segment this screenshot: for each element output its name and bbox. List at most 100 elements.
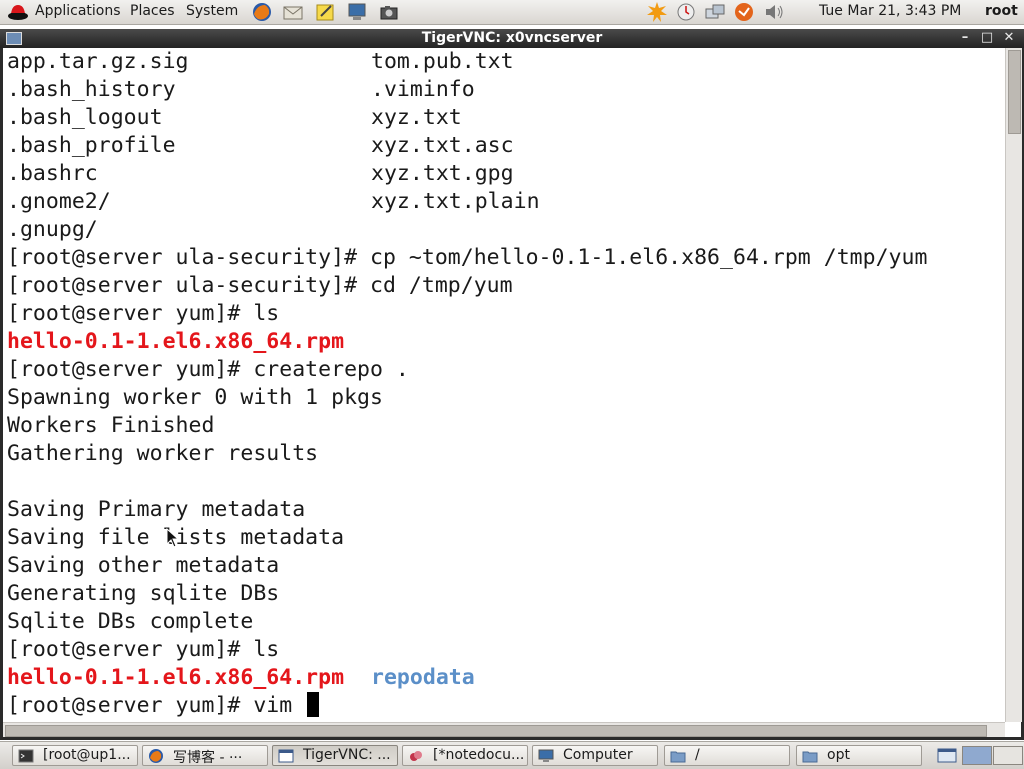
task-label: Computer <box>563 747 633 763</box>
alert-tray[interactable] <box>733 1 755 23</box>
listing-entry: .bashrc <box>7 161 98 186</box>
mouse-pointer-icon <box>166 528 180 548</box>
listing-entry: app.tar.gz.sig <box>7 49 189 74</box>
term-line: .gnupg/ <box>7 216 98 244</box>
alert-icon <box>735 3 753 21</box>
computer-launcher[interactable] <box>345 1 369 23</box>
camera-icon <box>380 6 398 20</box>
task-terminal[interactable]: [root@up1... <box>12 745 138 766</box>
workspace-2[interactable] <box>993 746 1023 765</box>
network-tray[interactable] <box>704 1 726 23</box>
term-line: .bashrc xyz.txt.gpg <box>7 160 514 188</box>
listing-entry: .gnupg/ <box>7 217 98 242</box>
vertical-scrollbar[interactable] <box>1005 48 1022 722</box>
prompt-line[interactable]: [root@server yum]# vim <box>7 692 320 720</box>
panel-user[interactable]: root <box>985 3 1018 19</box>
window-icon <box>278 749 294 763</box>
task-label: opt <box>827 747 850 763</box>
term-line: app.tar.gz.sig tom.pub.txt <box>7 48 514 76</box>
mail-launcher[interactable] <box>281 1 305 23</box>
clock-icon <box>677 3 695 21</box>
output-line: Generating sqlite DBs <box>7 581 280 606</box>
listing-entry: tom.pub.txt <box>371 49 514 74</box>
task-computer[interactable]: Computer <box>532 745 658 766</box>
command-line: [root@server yum]# createrepo . <box>7 357 409 382</box>
output-line: Spawning worker 0 with 1 pkgs <box>7 385 383 410</box>
show-desktop-icon[interactable] <box>936 746 958 765</box>
listing-entry: .viminfo <box>371 77 475 102</box>
listing-entry: xyz.txt.plain <box>371 189 540 214</box>
panel-clock[interactable]: Tue Mar 21, 3:43 PM <box>819 3 961 19</box>
computer-icon <box>348 3 366 20</box>
bottom-taskbar: [root@up1... 写博客 - ··· TigerVNC: ... [*n… <box>0 741 1024 769</box>
term-line: .bash_logout xyz.txt <box>7 104 462 132</box>
notes-launcher[interactable] <box>313 1 337 23</box>
terminal-icon <box>18 749 34 763</box>
listing-entry: .bash_logout <box>7 105 163 130</box>
term-line: .bash_profile xyz.txt.asc <box>7 132 514 160</box>
computer-icon <box>538 749 554 762</box>
firefox-icon <box>253 3 271 21</box>
window-border-bottom <box>0 737 1024 740</box>
window-title-bar[interactable]: TigerVNC: x0vncserver – □ ✕ <box>0 29 1024 48</box>
vertical-scroll-thumb[interactable] <box>1008 50 1021 134</box>
rpm-file-entry: hello-0.1-1.el6.x86_64.rpm <box>7 665 345 690</box>
mail-icon <box>283 6 303 20</box>
command-line: [root@server yum]# ls <box>7 301 280 326</box>
output-line: Sqlite DBs complete <box>7 609 254 634</box>
system-menu[interactable]: System <box>186 3 238 19</box>
top-panel: Applications Places System Tue Mar 21, 3… <box>0 0 1024 25</box>
notes-icon <box>316 4 334 21</box>
repodata-dir-entry: repodata <box>371 665 475 690</box>
places-menu[interactable]: Places <box>130 3 175 19</box>
term-line: hello-0.1-1.el6.x86_64.rpm repodata <box>7 664 475 692</box>
firefox-icon <box>149 749 163 763</box>
minimize-icon[interactable]: – <box>956 29 974 47</box>
terminal-view[interactable]: app.tar.gz.sig tom.pub.txt .bash_history.… <box>3 48 1005 722</box>
camera-launcher[interactable] <box>377 1 401 23</box>
folder-icon <box>670 751 686 763</box>
network-icon <box>705 4 725 19</box>
firefox-launcher[interactable] <box>250 1 274 23</box>
horizontal-scrollbar[interactable] <box>3 722 1005 738</box>
task-notes[interactable]: [*notedocu... <box>402 745 528 766</box>
command-input[interactable]: [root@server yum]# vim <box>7 693 305 718</box>
volume-icon <box>766 5 783 19</box>
rpm-file-entry: hello-0.1-1.el6.x86_64.rpm <box>7 329 345 354</box>
task-label: [root@up1... <box>43 747 131 763</box>
term-line: .bash_history .viminfo <box>7 76 475 104</box>
task-firefox[interactable]: 写博客 - ··· <box>142 745 268 766</box>
redhat-logo-icon[interactable] <box>7 2 29 22</box>
output-line: Saving other metadata <box>7 553 280 578</box>
workspace-1[interactable] <box>962 746 992 765</box>
command-line: [root@server yum]# ls <box>7 637 280 662</box>
clock-tray[interactable] <box>675 1 697 23</box>
command-line: [root@server ula-security]# cp ~tom/hell… <box>7 245 928 270</box>
output-line: Gathering worker results <box>7 441 319 466</box>
horizontal-scroll-thumb[interactable] <box>5 725 987 737</box>
listing-entry: .bash_profile <box>7 133 176 158</box>
task-label: TigerVNC: ... <box>303 747 391 763</box>
listing-entry: .gnome2/ <box>7 189 111 214</box>
listing-entry: .bash_history <box>7 77 176 102</box>
text-cursor <box>307 692 320 717</box>
listing-entry: xyz.txt.asc <box>371 133 514 158</box>
maximize-icon[interactable]: □ <box>978 29 996 47</box>
close-icon[interactable]: ✕ <box>1000 29 1018 47</box>
task-label: / <box>695 747 700 763</box>
output-line: Workers Finished <box>7 413 215 438</box>
folder-icon <box>802 751 818 763</box>
applications-menu[interactable]: Applications <box>35 3 121 19</box>
listing-entry: xyz.txt.gpg <box>371 161 514 186</box>
update-tray[interactable] <box>646 1 668 23</box>
window-title: TigerVNC: x0vncserver <box>421 30 603 46</box>
update-icon <box>647 2 667 22</box>
listing-entry: xyz.txt <box>371 105 462 130</box>
task-tigervnc[interactable]: TigerVNC: ... <box>272 745 398 766</box>
output-line: Saving Primary metadata <box>7 497 306 522</box>
volume-tray[interactable] <box>763 1 785 23</box>
task-folder-opt[interactable]: opt <box>796 745 922 766</box>
task-folder-root[interactable]: / <box>664 745 790 766</box>
command-line: [root@server ula-security]# cd /tmp/yum <box>7 273 513 298</box>
notes-icon <box>410 751 422 761</box>
